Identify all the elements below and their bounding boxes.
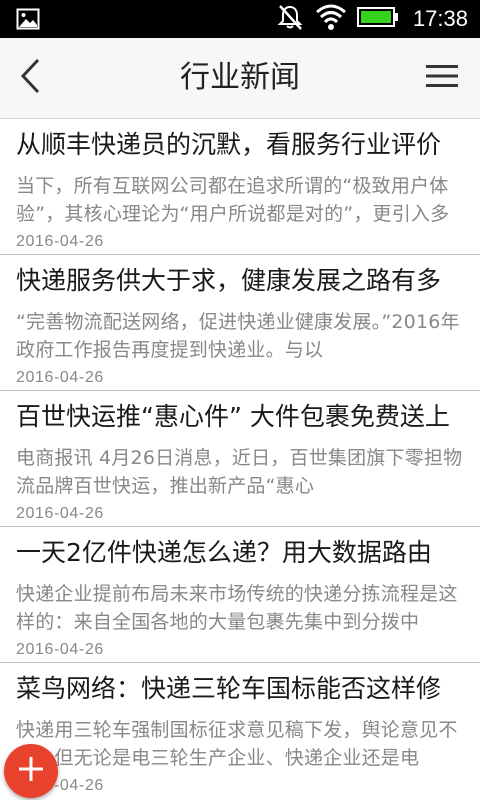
news-summary: 电商报讯 4月26日消息，近日，百世集团旗下零担物流品牌百世快运，推出新产品“惠…: [16, 447, 463, 497]
menu-icon: [426, 64, 458, 92]
news-summary: 当下，所有互联网公司都在追求所谓的“极致用户体验”，其核心理论为“用户所说都是对…: [16, 175, 450, 225]
status-bar: 17:38: [0, 0, 480, 38]
news-summary: 快递企业提前布局未来市场传统的快递分拣流程是这样的：来自全国各地的大量包裹先集中…: [16, 583, 458, 633]
news-summary: “完善物流配送网络，促进快递业健康发展。”2016年政府工作报告再度提到快递业。…: [16, 311, 460, 361]
wifi-icon: [315, 2, 347, 36]
news-item[interactable]: 从顺丰快递员的沉默，看服务行业评价 当下，所有互联网公司都在追求所谓的“极致用户…: [0, 119, 480, 255]
news-summary: 快递用三轮车强制国标征求意见稿下发，舆论意见不一。但无论是电三轮生产企业、快递企…: [16, 719, 458, 769]
news-date: 2016-04-26: [16, 505, 104, 522]
menu-button[interactable]: [422, 58, 462, 98]
status-icons: 17:38: [275, 0, 468, 38]
header: 行业新闻: [0, 38, 480, 119]
status-time: 17:38: [412, 6, 468, 31]
back-button[interactable]: [10, 54, 50, 102]
notifications-muted-icon: [275, 2, 305, 36]
news-date: 2016-04-26: [16, 641, 104, 658]
news-item[interactable]: 菜鸟网络：快递三轮车国标能否这样修 快递用三轮车强制国标征求意见稿下发，舆论意见…: [0, 663, 480, 799]
news-title: 从顺丰快递员的沉默，看服务行业评价: [16, 130, 442, 159]
news-list: 从顺丰快递员的沉默，看服务行业评价 当下，所有互联网公司都在追求所谓的“极致用户…: [0, 119, 480, 799]
news-title: 一天2亿件快递怎么递？用大数据路由: [16, 538, 432, 567]
news-title: 菜鸟网络：快递三轮车国标能否这样修: [16, 674, 442, 703]
add-button[interactable]: [4, 744, 58, 798]
news-title: 百世快运推“惠心件” 大件包裹免费送上: [16, 402, 450, 431]
battery-icon: [356, 6, 399, 32]
gallery-icon: [16, 7, 40, 31]
plus-icon: [17, 755, 45, 787]
news-date: 2016-04-26: [16, 233, 104, 250]
page-title: 行业新闻: [180, 60, 300, 95]
news-date: 2016-04-26: [16, 777, 104, 794]
back-arrow-icon: [18, 57, 42, 99]
news-item[interactable]: 一天2亿件快递怎么递？用大数据路由 快递企业提前布局未来市场传统的快递分拣流程是…: [0, 527, 480, 663]
news-item[interactable]: 快递服务供大于求，健康发展之路有多 “完善物流配送网络，促进快递业健康发展。”2…: [0, 255, 480, 391]
news-title: 快递服务供大于求，健康发展之路有多: [16, 266, 442, 295]
news-item[interactable]: 百世快运推“惠心件” 大件包裹免费送上 电商报讯 4月26日消息，近日，百世集团…: [0, 391, 480, 527]
news-date: 2016-04-26: [16, 369, 104, 386]
